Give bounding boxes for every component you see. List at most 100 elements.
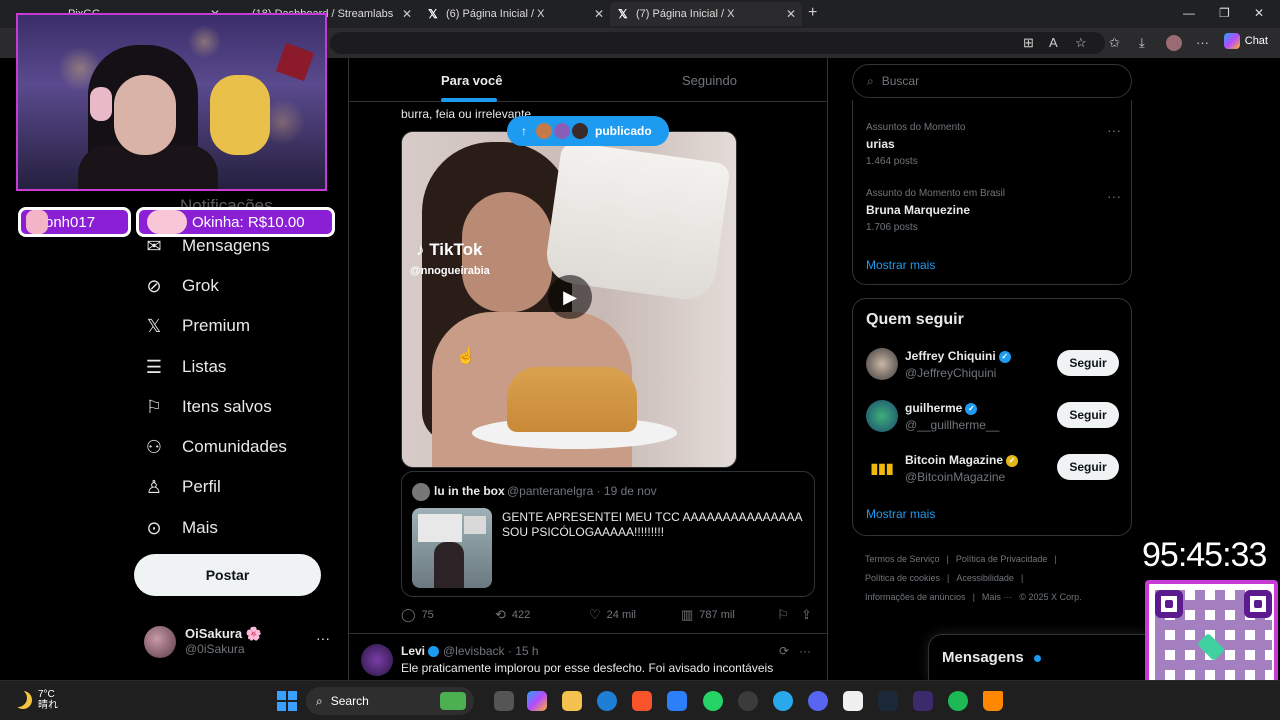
tweet-actions: ◯ 75 ⟲ 422 ♡ 24 mil ▥ 787 mil ⚐ ⇪ <box>401 607 815 625</box>
share-button[interactable]: ⇪ <box>801 607 812 623</box>
brave-browser-icon[interactable] <box>632 691 652 711</box>
account-switcher[interactable]: OiSakura 🌸 @0iSakura ··· <box>144 624 334 664</box>
spotify-icon[interactable] <box>948 691 968 711</box>
webcam-overlay <box>16 13 327 191</box>
follow-button[interactable]: Seguir <box>1057 402 1119 428</box>
steam-icon[interactable] <box>878 691 898 711</box>
app-icon[interactable] <box>913 691 933 711</box>
copilot-icon <box>1223 33 1240 49</box>
trend-item[interactable]: Assunto do Momento em Brasil Bruna Marqu… <box>866 188 1121 233</box>
obs-icon[interactable] <box>738 691 758 711</box>
footer-link-more[interactable]: Mais ··· <box>982 592 1013 602</box>
windows-start-icon[interactable] <box>277 691 297 711</box>
downloads-icon[interactable]: ⤓ <box>1139 35 1145 51</box>
nav-bookmarks[interactable]: ⚐ Itens salvos <box>144 397 272 417</box>
trend-count: 1.464 posts <box>866 156 918 167</box>
quoted-tweet[interactable]: lu in the box @panteranelgra · 19 de nov… <box>401 471 815 597</box>
edge-browser-icon[interactable] <box>597 691 617 711</box>
copilot-chat-button[interactable]: Chat <box>1223 33 1268 49</box>
more-icon[interactable]: ··· <box>1196 35 1209 50</box>
tweet-more-icons[interactable]: ⟳ ··· <box>779 644 811 658</box>
messages-drawer[interactable]: Mensagens <box>928 634 1158 680</box>
taskbar-search[interactable]: ⌕ Search <box>306 687 474 715</box>
reply-button[interactable]: ◯ 75 <box>401 607 434 623</box>
browser-tab-x-7[interactable]: 𝕏 (7) Página Inicial / X ✕ <box>610 2 802 26</box>
more-icon[interactable]: ··· <box>1107 122 1121 138</box>
tweet-video[interactable]: ♪ TikTok @nnogueirabia ▶ ☝ <box>401 131 737 468</box>
trend-item[interactable]: Assuntos do Momento urias 1.464 posts ··… <box>866 122 1121 167</box>
nav-grok[interactable]: ⊘ Grok <box>144 276 218 296</box>
close-window-icon[interactable]: ✕ <box>1254 6 1264 20</box>
trends-panel: Assuntos do Momento urias 1.464 posts ··… <box>852 100 1132 285</box>
play-icon[interactable]: ▶ <box>548 275 592 319</box>
footer-link-cookies[interactable]: Política de cookies <box>865 573 940 583</box>
close-icon[interactable]: ✕ <box>594 7 604 21</box>
footer-link-accessibility[interactable]: Acessibilidade <box>956 573 1014 583</box>
weather-desc: 晴れ <box>38 700 58 711</box>
minimize-icon[interactable]: — <box>1183 6 1195 20</box>
maximize-icon[interactable]: ❐ <box>1219 6 1230 20</box>
trend-context: Assuntos do Momento <box>866 122 966 133</box>
tweet-meta: @levisback · 15 h <box>443 644 539 658</box>
nav-lists[interactable]: ☰ Listas <box>144 357 227 377</box>
nav-more[interactable]: ⊙ Mais <box>144 518 217 538</box>
footer-link-ads-info[interactable]: Informações de anúncios <box>865 592 966 602</box>
follow-suggestion[interactable]: guilherme ✓ @__guillherme__ Seguir <box>866 400 1121 440</box>
close-icon[interactable]: ✕ <box>786 7 796 21</box>
tab-following[interactable]: Seguindo <box>682 73 737 88</box>
x-logo-icon: 𝕏 <box>146 315 162 336</box>
thumbnail-person <box>434 542 464 588</box>
discord-icon[interactable] <box>808 691 828 711</box>
repost-button[interactable]: ⟲ 422 <box>495 607 530 623</box>
donation-alert-left: onh017 <box>18 207 131 237</box>
weather-text: 7°C 晴れ <box>38 689 58 711</box>
new-posts-pill[interactable]: ↑ publicado <box>507 116 669 146</box>
follow-suggestion[interactable]: Jeffrey Chiquini ✓ @JeffreyChiquini Segui… <box>866 348 1121 388</box>
profile-avatar-icon[interactable] <box>1166 35 1182 51</box>
follow-suggestion[interactable]: ▮▮▮ Bitcoin Magazine ✓ @BitcoinMagazine S… <box>866 452 1121 492</box>
favorites-icon[interactable]: ✩ <box>1109 35 1120 51</box>
post-button[interactable]: Postar <box>134 554 321 596</box>
heart-icon: ♡ <box>589 607 601 622</box>
footer-link-privacy[interactable]: Política de Privacidade <box>956 554 1048 564</box>
show-more-follow-link[interactable]: Mostrar mais <box>866 507 935 521</box>
tab-for-you[interactable]: Para você <box>441 73 502 88</box>
favorite-star-icon[interactable]: ☆ <box>1075 35 1087 51</box>
follow-button[interactable]: Seguir <box>1057 350 1119 376</box>
footer-link-terms[interactable]: Termos de Serviço <box>865 554 940 564</box>
show-more-trends-link[interactable]: Mostrar mais <box>866 258 935 272</box>
whatsapp-icon[interactable] <box>703 691 723 711</box>
like-count: 24 mil <box>606 609 636 621</box>
unread-dot <box>1034 655 1041 662</box>
file-explorer-icon[interactable] <box>562 691 582 711</box>
url-bar[interactable] <box>330 32 1105 54</box>
store-icon[interactable] <box>667 691 687 711</box>
task-view-icon[interactable] <box>494 691 514 711</box>
nav-communities[interactable]: ⚇ Comunidades <box>144 437 287 457</box>
search-input[interactable] <box>881 74 1102 88</box>
vlc-icon[interactable] <box>983 691 1003 711</box>
telegram-icon[interactable] <box>773 691 793 711</box>
nav-premium[interactable]: 𝕏 Premium <box>144 316 250 336</box>
bookmark-button[interactable]: ⚐ <box>777 607 789 623</box>
more-icon[interactable]: ··· <box>1107 188 1121 204</box>
arrow-up-icon: ↑ <box>521 124 527 138</box>
browser-tab-x-6[interactable]: 𝕏 (6) Página Inicial / X ✕ <box>420 2 610 26</box>
follow-button[interactable]: Seguir <box>1057 454 1119 480</box>
quote-handle: @panteranelgra <box>507 484 594 498</box>
read-aloud-icon[interactable]: A <box>1049 35 1058 50</box>
app-available-icon[interactable]: ⊞ <box>1023 35 1034 51</box>
like-button[interactable]: ♡ 24 mil <box>589 607 636 623</box>
views-button[interactable]: ▥ 787 mil <box>681 607 735 623</box>
more-icon[interactable]: ··· <box>316 630 330 646</box>
new-tab-icon[interactable]: + <box>808 4 817 22</box>
tweet[interactable]: Levi @levisback · 15 h Ele praticamente … <box>349 633 827 680</box>
copilot-app-icon[interactable] <box>527 691 547 711</box>
app-icon[interactable] <box>843 691 863 711</box>
close-icon[interactable]: ✕ <box>402 7 412 21</box>
nav-messages[interactable]: ✉ Mensagens <box>144 236 269 256</box>
footer-separator: | <box>1020 573 1024 583</box>
nav-profile[interactable]: ♙ Perfil <box>144 477 221 497</box>
search-bar[interactable]: ⌕ <box>852 64 1132 98</box>
weather-widget[interactable]: 7°C 晴れ <box>14 689 58 711</box>
